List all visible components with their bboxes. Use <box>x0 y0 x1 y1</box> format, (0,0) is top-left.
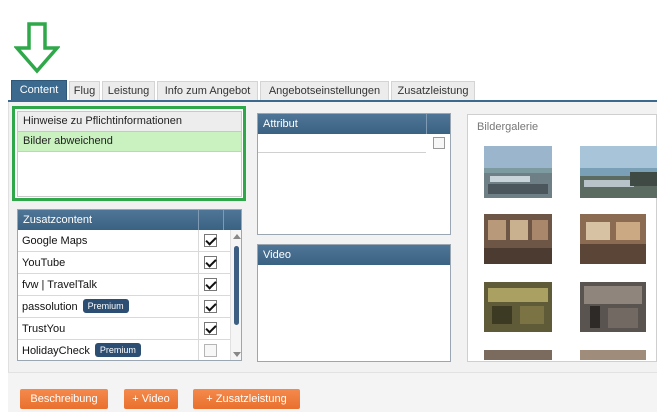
hinweise-header: Hinweise zu Pflichtinformationen <box>18 112 241 132</box>
row-label-text: passolution <box>22 301 78 313</box>
row-label: passolution Premium <box>22 296 129 318</box>
column-divider <box>426 114 427 134</box>
zusatzcontent-row: fvw | TravelTalk <box>18 274 230 296</box>
zusatzcontent-row: TrustYou <box>18 318 230 340</box>
scrollbar[interactable] <box>230 230 241 360</box>
row-label: YouTube <box>22 257 66 269</box>
premium-badge: Premium <box>94 343 141 357</box>
hinweise-table: Hinweise zu Pflichtinformationen Bilder … <box>17 111 242 197</box>
zusatzcontent-table: Zusatzcontent Google Maps YouTube fvw | … <box>17 209 242 361</box>
gallery-image[interactable] <box>580 214 646 264</box>
attribut-table: Attribut <box>257 113 451 235</box>
row-label-text: HolidayCheck <box>22 345 90 357</box>
gallery-image[interactable] <box>580 282 646 332</box>
checkbox[interactable] <box>204 256 217 269</box>
gallery-image[interactable] <box>580 350 646 360</box>
checkbox[interactable] <box>204 344 217 357</box>
column-divider <box>198 210 199 230</box>
zusatzcontent-row: passolution Premium <box>18 296 230 318</box>
checkbox[interactable] <box>433 137 445 149</box>
tab-zusatzleistung[interactable]: Zusatzleistung <box>391 81 475 101</box>
video-table: Video <box>257 244 451 362</box>
row-label: fvw | TravelTalk <box>22 279 97 291</box>
zusatzcontent-row: YouTube <box>18 252 230 274</box>
gallery-image[interactable] <box>484 350 552 360</box>
column-divider <box>223 210 224 230</box>
zusatzcontent-row: Google Maps <box>18 230 230 252</box>
tab-strip: Content Flug Leistung Info zum Angebot A… <box>8 80 657 101</box>
tab-info-zum-angebot[interactable]: Info zum Angebot <box>157 81 258 101</box>
gallery-title: Bildergalerie <box>477 121 539 133</box>
checkbox[interactable] <box>204 322 217 335</box>
scrollbar-thumb[interactable] <box>234 246 239 325</box>
zusatzcontent-row: HolidayCheck Premium <box>18 340 230 360</box>
add-video-button[interactable]: + Video <box>124 389 178 409</box>
zusatzcontent-header: Zusatzcontent <box>18 210 241 230</box>
beschreibung-button[interactable]: Beschreibung <box>20 389 108 409</box>
video-header: Video <box>258 245 450 265</box>
attribut-header: Attribut <box>258 114 450 134</box>
row-label: HolidayCheck Premium <box>22 340 141 360</box>
tab-leistung[interactable]: Leistung <box>102 81 155 101</box>
row-label: Google Maps <box>22 235 88 247</box>
tab-angebotseinstellungen[interactable]: Angebotseinstellungen <box>260 81 389 101</box>
checkbox[interactable] <box>204 278 217 291</box>
checkbox[interactable] <box>204 234 217 247</box>
gallery-image[interactable] <box>580 146 657 198</box>
gallery-image[interactable] <box>484 214 552 264</box>
gallery-image[interactable] <box>484 146 552 198</box>
row-label: TrustYou <box>22 323 66 335</box>
premium-badge: Premium <box>82 299 129 313</box>
add-zusatzleistung-button[interactable]: + Zusatzleistung <box>193 389 300 409</box>
tab-flug[interactable]: Flug <box>69 81 100 101</box>
scroll-up-icon[interactable] <box>233 234 241 239</box>
arrow-down-icon <box>14 22 60 74</box>
checkbox[interactable] <box>204 300 217 313</box>
tab-content[interactable]: Content <box>11 80 67 101</box>
scroll-down-icon[interactable] <box>233 352 241 357</box>
attribut-select[interactable] <box>258 134 426 153</box>
hinweise-row[interactable]: Bilder abweichend <box>18 132 241 152</box>
gallery-image[interactable] <box>484 282 552 332</box>
